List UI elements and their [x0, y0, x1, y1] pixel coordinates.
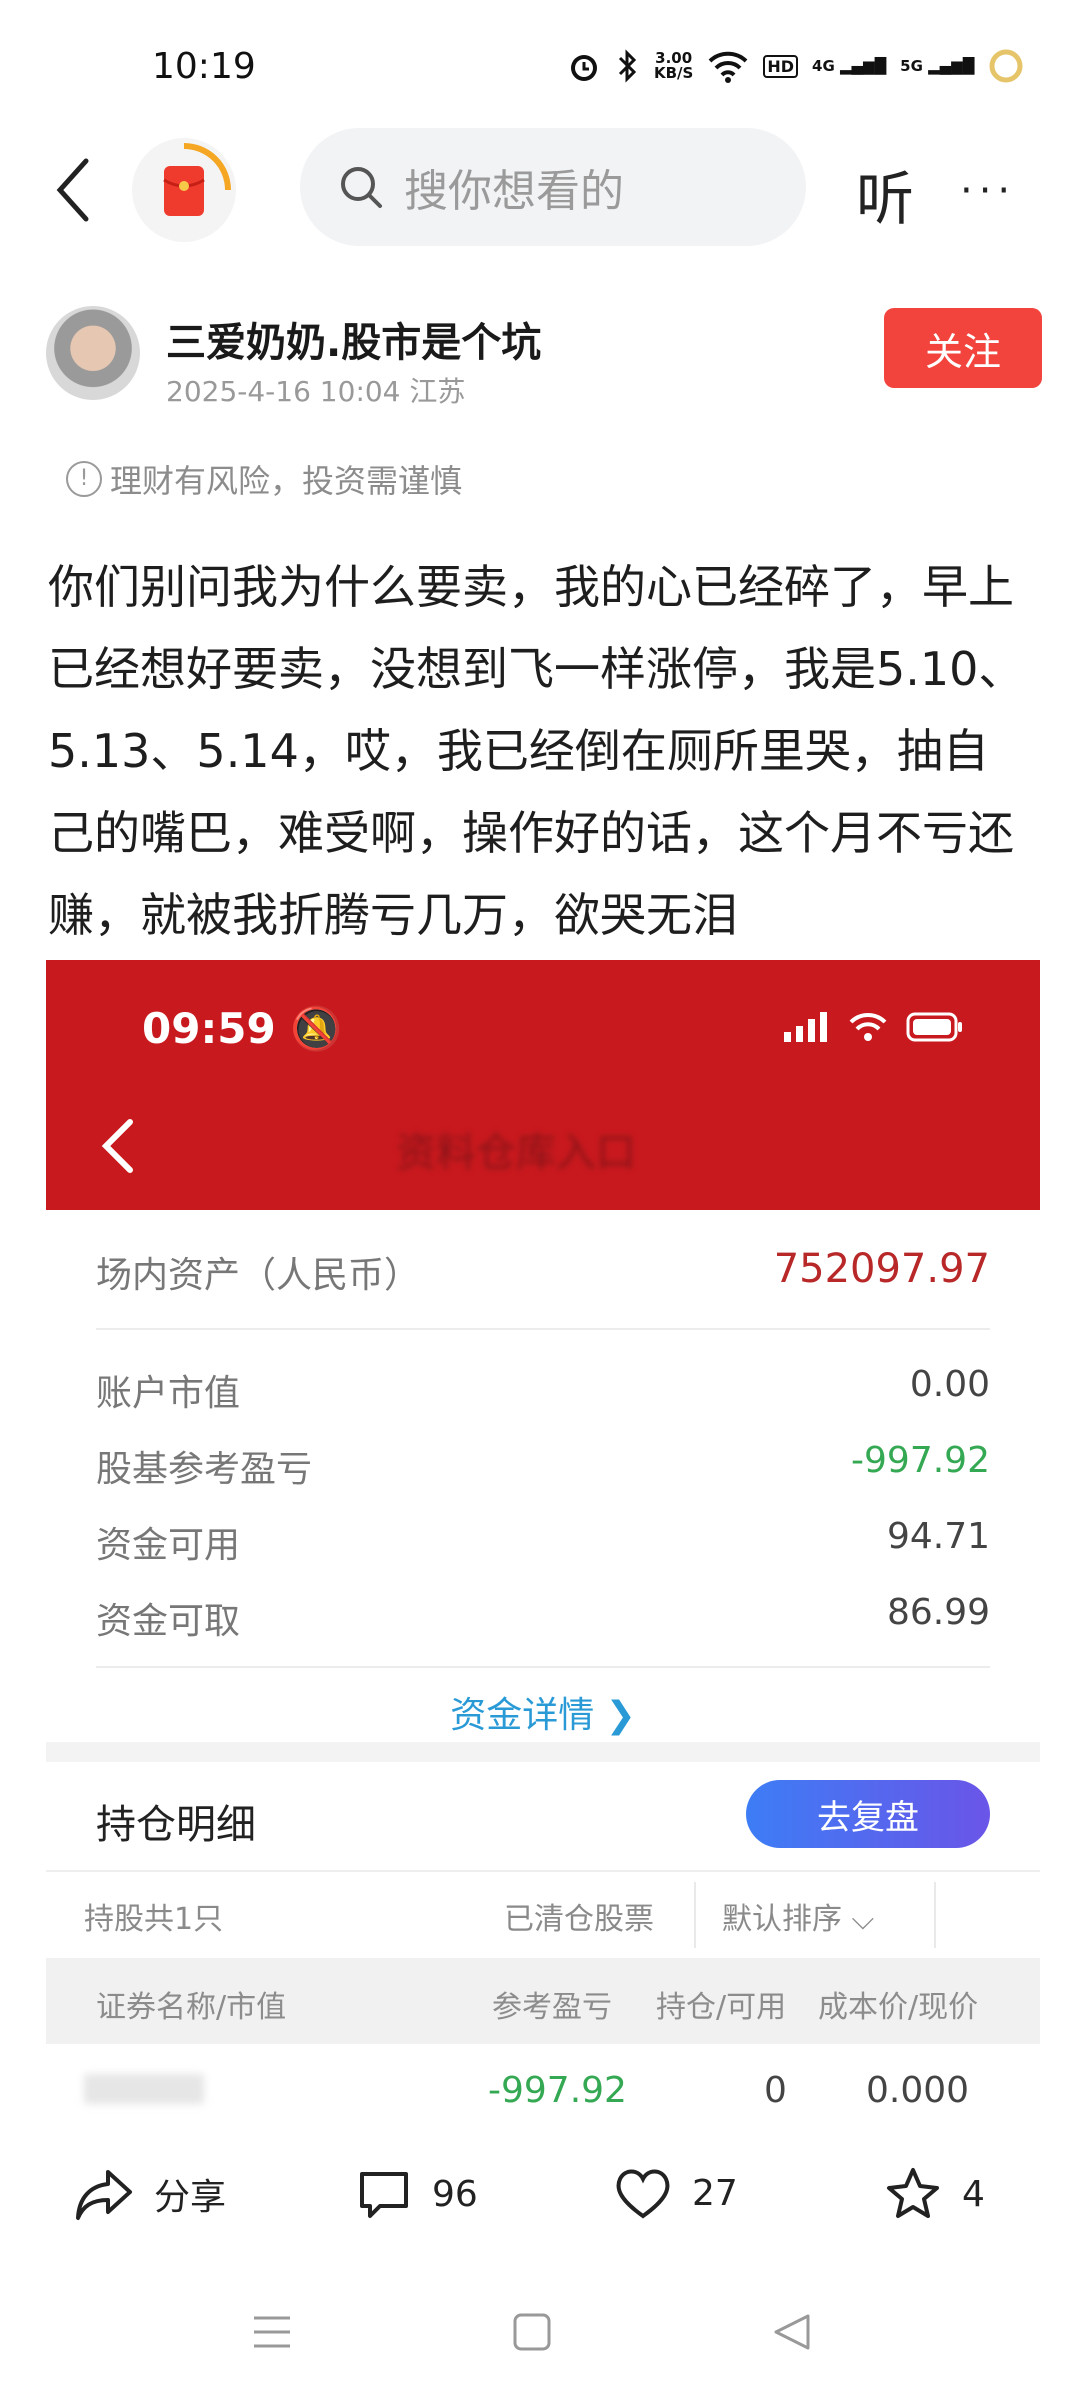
- cleared-stocks: 已清仓股票: [504, 1902, 654, 1937]
- holdings-filter-bar: 持股共1只 已清仓股票 默认排序 ⌵: [46, 1870, 1040, 1958]
- sort-select: 默认排序 ⌵: [722, 1902, 875, 1937]
- post-meta: 2025-4-16 10:04 江苏: [166, 375, 466, 408]
- share-button[interactable]: 分享: [74, 2166, 226, 2222]
- signal-5g-icon: 5G ▂▄▆█: [900, 57, 975, 75]
- red-packet-icon: [163, 143, 231, 216]
- battery-icon: [989, 49, 1023, 83]
- holding-row: -997.92 0 0.000: [46, 2044, 1040, 2132]
- app-logo[interactable]: [132, 138, 236, 242]
- menu-nav-icon[interactable]: [252, 2312, 292, 2352]
- holdings-column-header: 证券名称/市值 参考盈亏 持仓/可用 成本价/现价: [46, 1958, 1040, 2044]
- assets-value: 752097.97: [773, 1246, 990, 1292]
- avatar[interactable]: [46, 306, 140, 400]
- action-bar: 分享 96 27 4: [0, 2150, 1080, 2250]
- listen-button[interactable]: 听: [856, 152, 914, 236]
- comment-button[interactable]: 96: [356, 2166, 478, 2222]
- holding-pnl: -997.92: [488, 2070, 627, 2111]
- share-icon: [76, 2170, 132, 2220]
- status-time: 10:19: [152, 46, 256, 87]
- system-nav-bar: [0, 2290, 1080, 2400]
- assets-label: 场内资产（人民币）: [96, 1255, 421, 1296]
- wifi-icon: [708, 51, 748, 83]
- divider: [934, 1882, 936, 1948]
- withdrawable-funds-row: 资金可取 86.99: [96, 1592, 990, 1642]
- follow-button[interactable]: 关注: [884, 308, 1042, 388]
- info-icon: !: [66, 461, 102, 497]
- heart-icon: [616, 2169, 670, 2219]
- blurred-stock-name: [84, 2074, 204, 2104]
- bluetooth-icon: [618, 49, 637, 83]
- screenshot-status-icons: [784, 1012, 964, 1042]
- funds-detail-link: 资金详情 ❯: [450, 1695, 636, 1736]
- hd-icon: HD: [763, 54, 799, 78]
- wifi-icon: [849, 1012, 887, 1041]
- holding-position: 0: [764, 2070, 787, 2111]
- back-icon[interactable]: [52, 155, 92, 225]
- more-button[interactable]: ···: [960, 168, 1016, 214]
- pnl-row: 股基参考盈亏 -997.92: [96, 1440, 990, 1490]
- assets-panel: 场内资产（人民币） 752097.97 账户市值 0.00 股基参考盈亏 -997.…: [46, 1210, 1040, 1742]
- blurred-title: 资料仓库入口: [396, 1130, 636, 1176]
- review-button: 去复盘: [746, 1780, 990, 1848]
- like-button[interactable]: 27: [614, 2166, 738, 2220]
- favorite-button[interactable]: 4: [884, 2166, 985, 2222]
- available-funds-row: 资金可用 94.71: [96, 1516, 990, 1566]
- market-value-row: 账户市值 0.00: [96, 1364, 990, 1414]
- net-speed: 3.00 KB/S: [654, 49, 694, 82]
- embedded-screenshot: 09:59 🔕 资料仓库入口 场内资产（人民币） 752097.97 账户市值 0…: [46, 960, 1040, 2132]
- assets-row: 场内资产（人民币） 752097.97: [96, 1246, 990, 1298]
- screenshot-header: 09:59 🔕 资料仓库入口: [46, 960, 1040, 1210]
- battery-icon: [906, 1012, 962, 1042]
- signal-4g-icon: 4G ▂▄▆█: [812, 57, 887, 75]
- home-nav-icon[interactable]: [512, 2312, 552, 2352]
- post-body: 你们别问我为什么要卖，我的心已经碎了，早上已经想好要卖，没想到飞一样涨停，我是5…: [48, 560, 1025, 942]
- alarm-icon: [571, 55, 597, 81]
- holding-cost: 0.000: [866, 2070, 970, 2111]
- search-placeholder: 搜你想看的: [404, 166, 624, 217]
- back-icon: [101, 1119, 133, 1173]
- comment-icon: [360, 2172, 408, 2218]
- divider: [96, 1328, 990, 1330]
- back-nav-icon[interactable]: [772, 2312, 812, 2352]
- divider: [96, 1666, 990, 1668]
- author-name[interactable]: 三爱奶奶.股市是个坑: [166, 310, 541, 368]
- star-icon: [887, 2168, 939, 2218]
- screenshot-time: 09:59 🔕: [142, 1004, 343, 1053]
- risk-text: 理财有风险，投资需谨慎: [110, 462, 463, 500]
- divider: [694, 1882, 696, 1948]
- holding-count: 持股共1只: [84, 1902, 224, 1937]
- holdings-title: 持仓明细: [96, 1802, 256, 1848]
- search-icon: [341, 167, 382, 208]
- status-icons: 3.00 KB/S HD 4G ▂▄▆█ 5G ▂▄▆█: [566, 44, 1024, 88]
- signal-icon: [784, 1012, 827, 1042]
- holdings-panel: 持仓明细 去复盘 持股共1只 已清仓股票 默认排序 ⌵ 证券名称/市值 参考盈亏…: [46, 1762, 1040, 2132]
- search-input[interactable]: 搜你想看的: [300, 128, 806, 246]
- risk-notice: ! 理财有风险，投资需谨慎: [66, 456, 462, 502]
